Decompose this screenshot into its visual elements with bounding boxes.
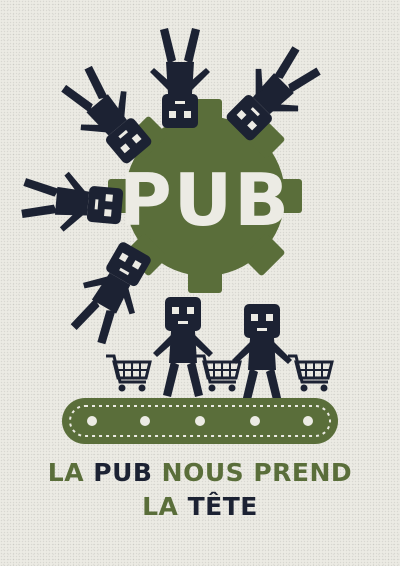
slogan-word: NOUS PREND — [152, 458, 353, 487]
slogan-line-2: LA TÊTE — [0, 492, 400, 522]
conveyor-belt-icon — [62, 398, 338, 444]
person-icon — [153, 297, 213, 397]
slogan-word: LA — [47, 458, 94, 487]
person-icon — [19, 167, 125, 237]
slogan-word-highlight: PUB — [93, 458, 153, 487]
slogan-word-highlight: TÊTE — [187, 492, 258, 521]
poster: PUB LA PUB NOUS PREND LA TÊTE — [0, 0, 400, 566]
shopping-cart-icon — [194, 354, 242, 393]
person-icon — [232, 304, 292, 404]
slogan-word: LA — [142, 492, 188, 521]
slogan-line-1: LA PUB NOUS PREND — [0, 458, 400, 488]
gear-label: PUB — [119, 158, 291, 242]
shopping-cart-icon — [104, 354, 152, 393]
shopping-cart-icon — [286, 354, 334, 393]
